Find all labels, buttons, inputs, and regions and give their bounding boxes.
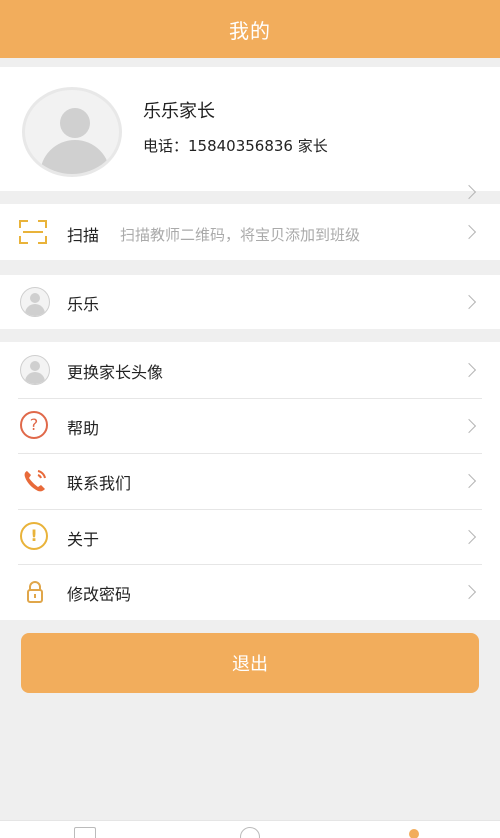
chevron-right-icon	[461, 418, 477, 433]
lock-icon	[20, 577, 50, 607]
menu-item-label: 更换家长头像	[67, 363, 164, 382]
scan-row[interactable]: 扫描 扫描教师二维码，将宝贝添加到班级	[0, 204, 500, 260]
chevron-right-icon	[461, 529, 477, 544]
menu-item-label: 联系我们	[67, 474, 132, 494]
profile-name: 乐乐家长	[143, 101, 215, 122]
user-avatar-icon	[20, 355, 50, 385]
menu-item-change-password[interactable]: 修改密码	[0, 564, 500, 620]
profile-phone: 电话：15840356836 家长	[143, 137, 328, 155]
menu-item-about[interactable]: ! 关于	[0, 508, 500, 565]
chevron-right-icon	[461, 474, 477, 489]
child-name: 乐乐	[67, 295, 100, 314]
question-icon: ?	[20, 410, 50, 441]
menu-item-help[interactable]: ? 帮助	[0, 397, 500, 454]
menu-item-label: 修改密码	[67, 585, 132, 605]
scan-hint: 扫描教师二维码，将宝贝添加到班级	[120, 226, 361, 244]
scan-label: 扫描	[67, 226, 100, 245]
scan-icon	[19, 220, 47, 244]
chevron-right-icon	[461, 294, 477, 310]
page-title: 我的	[229, 18, 271, 43]
at-tab-icon[interactable]	[240, 827, 260, 838]
menu-item-label: 帮助	[67, 418, 100, 438]
child-row[interactable]: 乐乐	[0, 275, 500, 329]
chevron-right-icon	[461, 362, 477, 378]
top-bar: 我的	[0, 0, 500, 58]
logout-button[interactable]: 退出	[21, 633, 479, 693]
phone-icon	[20, 466, 50, 496]
chevron-right-icon	[461, 224, 477, 240]
exclamation-icon: !	[20, 521, 50, 552]
avatar	[22, 87, 122, 177]
bottom-tab-bar	[0, 820, 500, 838]
me-tab-icon[interactable]	[409, 829, 419, 838]
home-tab-icon[interactable]	[74, 827, 96, 838]
menu-item-contact[interactable]: 联系我们	[0, 453, 500, 509]
settings-menu: 更换家长头像 ? 帮助 联系我们 ! 关于 修改密码	[0, 342, 500, 620]
menu-item-change-avatar[interactable]: 更换家长头像	[0, 342, 500, 398]
user-avatar-icon	[20, 287, 50, 317]
menu-item-label: 关于	[67, 529, 100, 549]
chevron-right-icon	[461, 585, 477, 600]
profile-card[interactable]: 乐乐家长 电话：15840356836 家长	[0, 67, 500, 200]
chevron-right-icon	[461, 184, 477, 200]
